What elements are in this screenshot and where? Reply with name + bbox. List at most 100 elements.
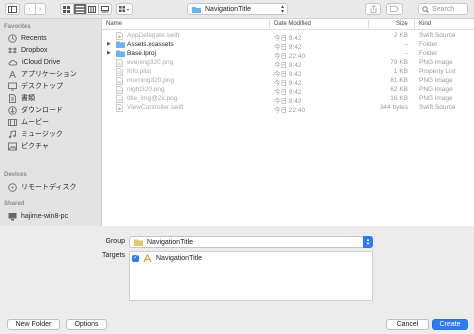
column-divider[interactable] xyxy=(414,20,415,28)
file-size: 79 KB xyxy=(390,59,408,66)
sidebar-toggle-button[interactable] xyxy=(5,3,20,15)
file-kind: PNG image xyxy=(419,77,453,84)
sidebar-item-pictures[interactable]: ピクチャ xyxy=(8,140,49,152)
file-row[interactable]: night320.png 今日 9:42 62 KB PNG image xyxy=(102,85,474,96)
new-folder-button[interactable]: New Folder xyxy=(7,319,60,330)
back-button[interactable]: ‹ xyxy=(25,4,36,14)
list-icon xyxy=(75,5,84,13)
column-view-button[interactable] xyxy=(87,4,100,14)
sidebar-item-label: デスクトップ xyxy=(21,83,63,90)
file-row[interactable]: evening320.png 今日 9:42 79 KB PNG image xyxy=(102,58,474,69)
folder-icon xyxy=(192,6,201,13)
list-view-button[interactable] xyxy=(73,4,87,14)
icon-view-button[interactable] xyxy=(61,4,74,14)
sidebar-item-icloud-drive[interactable]: iCloud Drive xyxy=(8,56,60,68)
group-popup[interactable]: NavigationTitle ▴ ▾ xyxy=(129,236,373,248)
file-row[interactable]: ViewController.swift 今日 22:40 344 bytes … xyxy=(102,103,474,114)
path-popup[interactable]: NavigationTitle ▴ ▾ xyxy=(187,3,288,15)
sidebar-item-desktop[interactable]: デスクトップ xyxy=(8,80,63,92)
file-list: Name Date Modified Size Kind AppDelegate… xyxy=(102,19,474,226)
sidebar-item-label: Recents xyxy=(21,34,47,42)
column-date-modified[interactable]: Date Modified xyxy=(274,21,311,27)
column-size[interactable]: Size xyxy=(396,21,408,27)
pc-icon xyxy=(8,212,17,220)
file-row[interactable]: ▶ Assets.xcassets 今日 9:42 -- Folder xyxy=(102,40,474,51)
shared-header: Shared xyxy=(4,201,25,207)
sidebar-item-label: ムービー xyxy=(21,119,49,126)
sidebar-item-label: リモートディスク xyxy=(21,184,77,191)
dropbox-icon xyxy=(8,47,17,53)
sidebar-item-movies[interactable]: ムービー xyxy=(8,116,49,128)
file-name: evening320.png xyxy=(127,59,174,66)
column-divider[interactable] xyxy=(368,20,369,28)
file-name: ViewController.swift xyxy=(127,104,184,111)
file-kind: Folder xyxy=(419,50,438,57)
file-kind: PNG image xyxy=(419,86,453,93)
sidebar-item-hajime-win8-pc[interactable]: hajime-win8-pc xyxy=(8,210,68,222)
targets-list: ✓ NavigationTitle xyxy=(129,251,373,301)
sidebar-item-label: アプリケーション xyxy=(21,71,77,78)
cancel-button[interactable]: Cancel xyxy=(386,319,429,330)
image-file-icon xyxy=(116,59,123,67)
gallery-view-button[interactable] xyxy=(99,4,111,14)
file-size: 62 KB xyxy=(390,86,408,93)
file-row[interactable]: AppDelegate.swift 今日 9:42 2 KB Swift Sou… xyxy=(102,31,474,42)
file-size: 16 KB xyxy=(390,95,408,102)
disclosure-triangle-icon[interactable]: ▶ xyxy=(107,41,111,47)
columns-icon xyxy=(88,5,97,13)
file-row[interactable]: morning320.png 今日 9:42 81 KB PNG image xyxy=(102,76,474,87)
sidebar-icon xyxy=(8,5,17,13)
sidebar-item-recents[interactable]: Recents xyxy=(8,32,47,44)
tags-button[interactable] xyxy=(386,3,403,15)
folder-icon xyxy=(116,41,125,48)
path-folder-label: NavigationTitle xyxy=(205,5,252,13)
chevron-right-icon: › xyxy=(39,5,42,13)
column-divider[interactable] xyxy=(269,20,270,28)
sidebar-item-applications[interactable]: アプリケーション xyxy=(8,68,77,80)
file-row[interactable]: Info.plist 今日 9:42 1 KB Property List xyxy=(102,67,474,78)
clock-icon xyxy=(8,33,17,43)
sidebar-item-music[interactable]: ミュージック xyxy=(8,128,63,140)
file-name: Base.lproj xyxy=(127,50,156,57)
file-date: 今日 22:40 xyxy=(274,107,306,114)
tag-icon xyxy=(390,6,399,12)
chevron-updown-icon: ▴ ▾ xyxy=(280,4,284,15)
sidebar-item-dropbox[interactable]: Dropbox xyxy=(8,44,47,56)
downloads-icon xyxy=(8,105,17,115)
file-row[interactable]: ▶ Base.lproj 今日 22:40 -- Folder xyxy=(102,49,474,60)
view-mode-switcher xyxy=(60,3,112,15)
checkmark-icon: ✓ xyxy=(132,255,139,261)
disclosure-triangle-icon[interactable]: ▶ xyxy=(107,50,111,56)
column-kind[interactable]: Kind xyxy=(419,21,431,27)
file-size: -- xyxy=(403,41,408,48)
group-value: NavigationTitle xyxy=(147,238,194,246)
options-button[interactable]: Options xyxy=(66,319,107,330)
file-size: 1 KB xyxy=(393,68,408,75)
sidebar-item-downloads[interactable]: ダウンロード xyxy=(8,104,63,116)
sidebar-item-documents[interactable]: 書類 xyxy=(8,92,35,104)
arrange-button[interactable] xyxy=(116,3,133,15)
swift-file-icon xyxy=(116,104,123,112)
image-file-icon xyxy=(116,77,123,85)
sidebar-item-label: iCloud Drive xyxy=(22,58,61,66)
image-file-icon xyxy=(116,95,123,103)
column-name[interactable]: Name xyxy=(106,21,122,27)
search-field[interactable]: Search xyxy=(418,3,468,15)
target-label: NavigationTitle xyxy=(156,254,203,262)
target-checkbox[interactable]: ✓ xyxy=(132,254,139,262)
targets-label: Targets xyxy=(102,252,125,259)
documents-icon xyxy=(9,93,16,103)
share-button[interactable] xyxy=(365,3,381,15)
forward-button[interactable]: › xyxy=(36,4,46,14)
plist-file-icon xyxy=(116,68,123,76)
file-row[interactable]: title_img@2x.png 今日 9:42 16 KB PNG image xyxy=(102,94,474,105)
desktop-icon xyxy=(8,82,17,90)
cloud-icon xyxy=(8,59,18,65)
file-size: 2 KB xyxy=(393,32,408,39)
sidebar-item-remote-disc[interactable]: リモートディスク xyxy=(8,181,77,193)
history-nav: ‹ › xyxy=(24,3,46,15)
create-button[interactable]: Create xyxy=(432,319,468,330)
sidebar-item-label: ダウンロード xyxy=(21,107,63,114)
music-icon xyxy=(8,129,16,138)
file-kind: Swift Source xyxy=(419,104,456,111)
